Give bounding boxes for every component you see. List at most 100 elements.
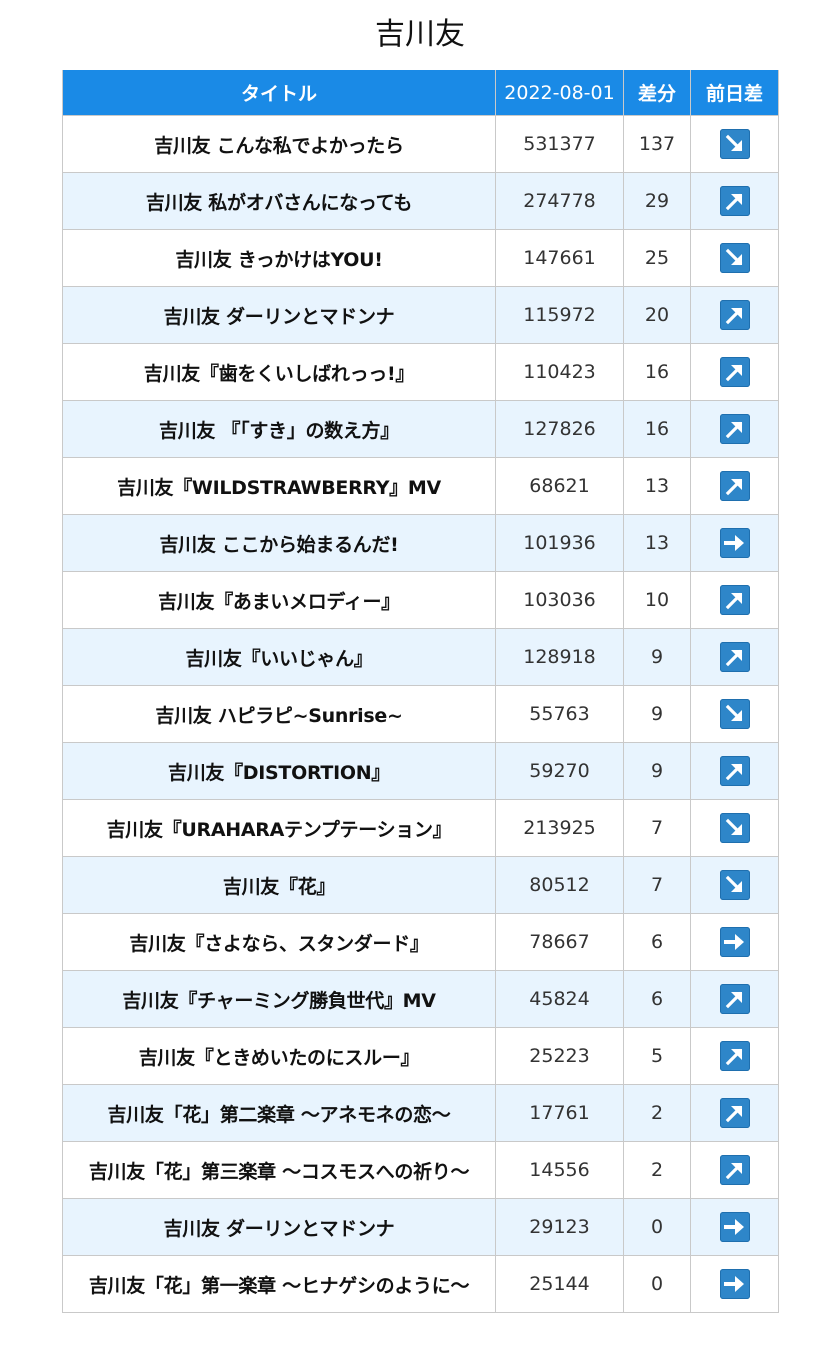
arrow-up-right-icon	[719, 642, 750, 672]
view-count: 80512	[495, 856, 624, 914]
view-count: 78667	[495, 913, 624, 971]
arrow-up-right-icon	[719, 300, 750, 330]
video-title[interactable]: 吉川友 ここから始まるんだ!	[62, 514, 496, 572]
video-title[interactable]: 吉川友「花」第二楽章 〜アネモネの恋〜	[62, 1084, 496, 1142]
arrow-right-icon	[719, 528, 750, 558]
video-title[interactable]: 吉川友「花」第三楽章 〜コスモスへの祈り〜	[62, 1141, 496, 1199]
view-count: 110423	[495, 343, 624, 401]
view-diff: 9	[623, 628, 691, 686]
view-count: 59270	[495, 742, 624, 800]
column-header-count[interactable]: 2022-08-01	[495, 70, 624, 116]
arrow-up-right-icon	[719, 414, 750, 444]
table-row: 吉川友『さよなら、スタンダード』 78667 6	[62, 913, 779, 971]
trend-cell	[690, 1255, 779, 1313]
video-title[interactable]: 吉川友『URAHARAテンプテーション』	[62, 799, 496, 857]
video-title[interactable]: 吉川友『WILDSTRAWBERRY』MV	[62, 457, 496, 515]
arrow-up-right-icon	[719, 984, 750, 1014]
ranking-table: タイトル 2022-08-01 差分 前日差 吉川友 こんな私でよかったら 531…	[62, 70, 779, 1313]
arrow-up-right-icon	[719, 357, 750, 387]
video-title[interactable]: 吉川友 『「すき」の数え方』	[62, 400, 496, 458]
video-title[interactable]: 吉川友『いいじゃん』	[62, 628, 496, 686]
table-row: 吉川友『いいじゃん』 128918 9	[62, 628, 779, 686]
trend-cell	[690, 343, 779, 401]
view-diff: 2	[623, 1141, 691, 1199]
table-row: 吉川友『URAHARAテンプテーション』 213925 7	[62, 799, 779, 857]
view-diff: 0	[623, 1255, 691, 1313]
trend-cell	[690, 1141, 779, 1199]
video-title[interactable]: 吉川友『あまいメロディー』	[62, 571, 496, 629]
arrow-up-right-icon	[719, 756, 750, 786]
page-title: 吉川友	[375, 17, 465, 52]
video-title[interactable]: 吉川友『ときめいたのにスルー』	[62, 1027, 496, 1085]
video-title[interactable]: 吉川友 私がオバさんになっても	[62, 172, 496, 230]
arrow-right-icon	[719, 1269, 750, 1299]
view-count: 128918	[495, 628, 624, 686]
video-title[interactable]: 吉川友『DISTORTION』	[62, 742, 496, 800]
view-count: 17761	[495, 1084, 624, 1142]
view-diff: 6	[623, 913, 691, 971]
table-row: 吉川友 ダーリンとマドンナ 29123 0	[62, 1198, 779, 1256]
trend-cell	[690, 400, 779, 458]
view-diff: 13	[623, 457, 691, 515]
column-header-title[interactable]: タイトル	[62, 70, 496, 116]
arrow-right-icon	[719, 1212, 750, 1242]
view-count: 213925	[495, 799, 624, 857]
arrow-down-right-icon	[719, 129, 750, 159]
video-title[interactable]: 吉川友『花』	[62, 856, 496, 914]
trend-cell	[690, 742, 779, 800]
view-diff: 10	[623, 571, 691, 629]
arrow-down-right-icon	[719, 699, 750, 729]
table-row: 吉川友 ここから始まるんだ! 101936 13	[62, 514, 779, 572]
column-header-trend[interactable]: 前日差	[690, 70, 779, 116]
table-row: 吉川友「花」第三楽章 〜コスモスへの祈り〜 14556 2	[62, 1141, 779, 1199]
video-title[interactable]: 吉川友 こんな私でよかったら	[62, 115, 496, 173]
trend-cell	[690, 115, 779, 173]
view-count: 29123	[495, 1198, 624, 1256]
video-title[interactable]: 吉川友 ハピラピ~Sunrise~	[62, 685, 496, 743]
trend-cell	[690, 1198, 779, 1256]
view-diff: 7	[623, 856, 691, 914]
video-title[interactable]: 吉川友「花」第一楽章 〜ヒナゲシのように〜	[62, 1255, 496, 1313]
video-title[interactable]: 吉川友 ダーリンとマドンナ	[62, 286, 496, 344]
view-diff: 25	[623, 229, 691, 287]
trend-cell	[690, 1084, 779, 1142]
table-row: 吉川友 『「すき」の数え方』 127826 16	[62, 400, 779, 458]
table-row: 吉川友『WILDSTRAWBERRY』MV 68621 13	[62, 457, 779, 515]
view-diff: 6	[623, 970, 691, 1028]
header-row: タイトル 2022-08-01 差分 前日差	[62, 70, 779, 116]
column-header-diff[interactable]: 差分	[623, 70, 691, 116]
view-diff: 20	[623, 286, 691, 344]
table-row: 吉川友「花」第一楽章 〜ヒナゲシのように〜 25144 0	[62, 1255, 779, 1313]
video-title[interactable]: 吉川友 ダーリンとマドンナ	[62, 1198, 496, 1256]
trend-cell	[690, 799, 779, 857]
table-row: 吉川友 きっかけはYOU! 147661 25	[62, 229, 779, 287]
view-diff: 9	[623, 685, 691, 743]
trend-cell	[690, 1027, 779, 1085]
video-title[interactable]: 吉川友『さよなら、スタンダード』	[62, 913, 496, 971]
arrow-down-right-icon	[719, 813, 750, 843]
view-count: 531377	[495, 115, 624, 173]
arrow-up-right-icon	[719, 186, 750, 216]
arrow-up-right-icon	[719, 1098, 750, 1128]
video-title[interactable]: 吉川友『チャーミング勝負世代』MV	[62, 970, 496, 1028]
arrow-up-right-icon	[719, 1041, 750, 1071]
trend-cell	[690, 172, 779, 230]
trend-cell	[690, 685, 779, 743]
table-row: 吉川友 私がオバさんになっても 274778 29	[62, 172, 779, 230]
view-diff: 16	[623, 343, 691, 401]
trend-cell	[690, 913, 779, 971]
table-row: 吉川友 こんな私でよかったら 531377 137	[62, 115, 779, 173]
video-title[interactable]: 吉川友 きっかけはYOU!	[62, 229, 496, 287]
table-row: 吉川友『あまいメロディー』 103036 10	[62, 571, 779, 629]
view-diff: 9	[623, 742, 691, 800]
trend-cell	[690, 514, 779, 572]
table-row: 吉川友『ときめいたのにスルー』 25223 5	[62, 1027, 779, 1085]
table-header: タイトル 2022-08-01 差分 前日差	[62, 70, 779, 116]
arrow-down-right-icon	[719, 870, 750, 900]
trend-cell	[690, 229, 779, 287]
view-diff: 137	[623, 115, 691, 173]
video-title[interactable]: 吉川友『歯をくいしばれっっ!』	[62, 343, 496, 401]
trend-cell	[690, 457, 779, 515]
trend-cell	[690, 628, 779, 686]
view-diff: 7	[623, 799, 691, 857]
